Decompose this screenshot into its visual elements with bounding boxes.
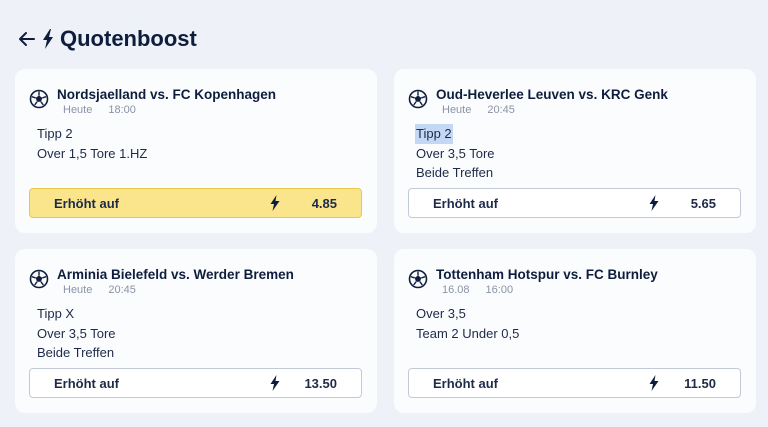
match-time: 18:00: [108, 104, 136, 116]
arrow-left-icon[interactable]: [18, 30, 36, 48]
boost-label: Erhöht auf: [54, 195, 119, 211]
selection-item: Over 3,5 Tore: [37, 325, 116, 341]
selection-item: Over 3,5 Tore: [416, 145, 495, 161]
card-header: Nordsjaelland vs. FC Kopenhagen Heute 18:…: [29, 87, 276, 116]
boost-odds-button[interactable]: Erhöht auf 4.85: [29, 188, 362, 218]
football-icon: [408, 269, 428, 289]
boost-odds: 4.85: [311, 195, 337, 211]
boost-label: Erhöht auf: [433, 375, 498, 391]
match-day: Heute: [63, 284, 93, 296]
selection-list: Tipp 2 Over 3,5 Tore Beide Treffen: [415, 124, 495, 183]
selection-list: Over 3,5 Team 2 Under 0,5: [416, 304, 519, 343]
match-day: 16.08: [442, 284, 470, 296]
card-header: Oud-Heverlee Leuven vs. KRC Genk Heute 20…: [408, 87, 668, 116]
lightning-bolt-icon: [649, 375, 659, 391]
boost-odds: 13.50: [304, 375, 337, 391]
selection-item: Beide Treffen: [416, 165, 494, 180]
football-icon: [408, 89, 428, 109]
page-header: Quotenboost: [18, 24, 197, 54]
boost-odds-button[interactable]: Erhöht auf 13.50: [29, 368, 362, 398]
selection-item: Tipp X: [37, 306, 75, 321]
lightning-bolt-icon: [649, 195, 659, 211]
selection-item-highlighted: Tipp 2: [415, 124, 453, 144]
football-icon: [29, 269, 49, 289]
match-day: Heute: [442, 104, 472, 116]
match-title: Arminia Bielefeld vs. Werder Bremen: [57, 267, 294, 282]
match-title: Tottenham Hotspur vs. FC Burnley: [436, 267, 658, 282]
match-title: Nordsjaelland vs. FC Kopenhagen: [57, 87, 277, 102]
lightning-bolt-icon: [270, 375, 280, 391]
boost-card: Arminia Bielefeld vs. Werder Bremen Heut…: [15, 249, 377, 413]
boost-odds: 5.65: [690, 195, 716, 211]
page-title: Quotenboost: [60, 26, 197, 51]
boost-odds-button[interactable]: Erhöht auf 5.65: [408, 188, 741, 218]
selection-item: Beide Treffen: [37, 345, 115, 360]
match-title: Oud-Heverlee Leuven vs. KRC Genk: [436, 87, 668, 102]
match-time: 20:45: [487, 104, 515, 116]
boost-card: Nordsjaelland vs. FC Kopenhagen Heute 18:…: [15, 69, 377, 233]
lightning-bolt-icon: [270, 195, 280, 211]
boost-card: Tottenham Hotspur vs. FC Burnley 16.08 16…: [394, 249, 756, 413]
match-time: 16:00: [485, 284, 514, 296]
selection-item: Team 2 Under 0,5: [416, 325, 520, 341]
selection-item: Tipp 2: [37, 126, 73, 141]
boost-label: Erhöht auf: [54, 375, 119, 391]
boost-card: Oud-Heverlee Leuven vs. KRC Genk Heute 20…: [394, 69, 756, 233]
card-header: Arminia Bielefeld vs. Werder Bremen Heut…: [29, 267, 294, 296]
card-header: Tottenham Hotspur vs. FC Burnley 16.08 16…: [408, 267, 658, 296]
boost-odds-button[interactable]: Erhöht auf 11.50: [408, 368, 741, 398]
selection-item: Over 3,5: [416, 306, 466, 321]
selection-list: Tipp 2 Over 1,5 Tore 1.HZ: [37, 124, 147, 163]
lightning-bolt-icon: [42, 29, 56, 49]
selection-item: Over 1,5 Tore 1.HZ: [37, 145, 148, 161]
match-time: 20:45: [108, 284, 136, 296]
boost-label: Erhöht auf: [433, 195, 498, 211]
match-day: Heute: [63, 104, 93, 116]
football-icon: [29, 89, 49, 109]
boost-odds: 11.50: [684, 375, 716, 391]
selection-list: Tipp X Over 3,5 Tore Beide Treffen: [37, 304, 116, 363]
